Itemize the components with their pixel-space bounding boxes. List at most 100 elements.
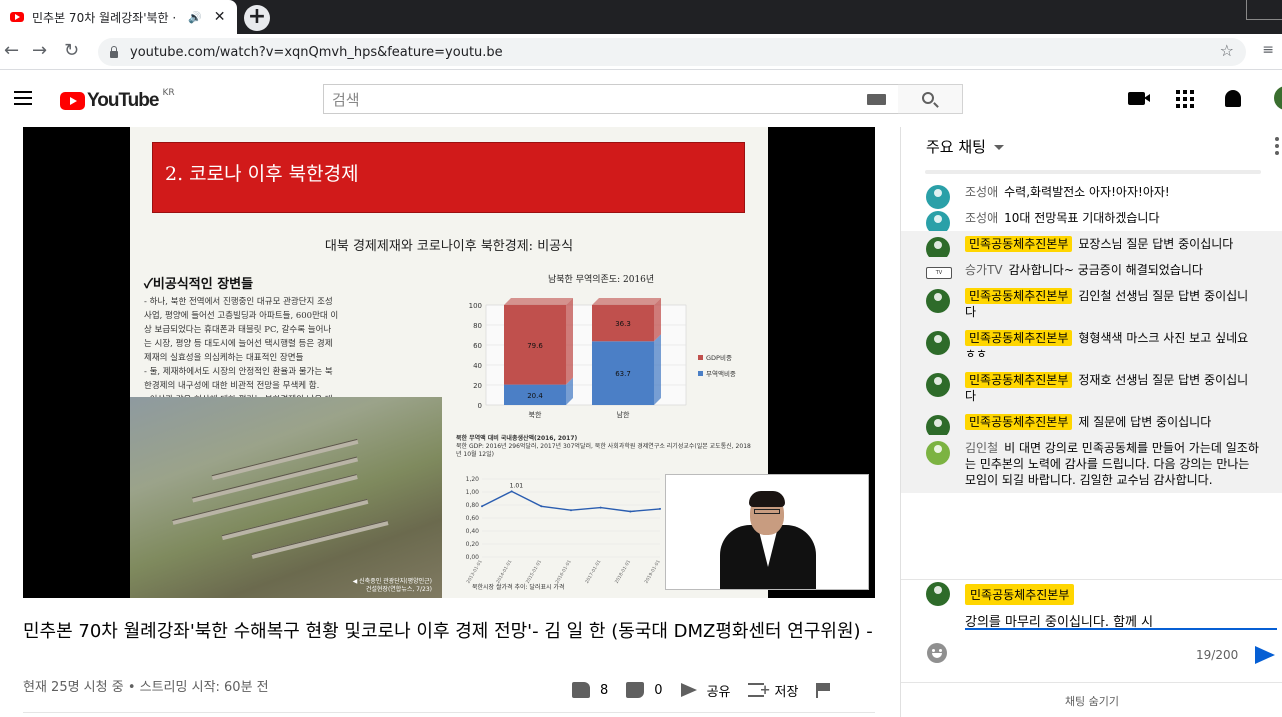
data-point xyxy=(570,509,572,512)
bar-side xyxy=(654,298,661,342)
author-avatar[interactable] xyxy=(926,373,950,397)
hide-chat-button[interactable]: 채팅 숨기기 xyxy=(901,682,1282,717)
data-label: 63.7 xyxy=(615,370,631,378)
chat-scrollbar[interactable] xyxy=(925,170,1261,174)
chat-author[interactable]: 민족공동체추진본부 xyxy=(965,236,1073,252)
legend-swatch xyxy=(698,355,703,360)
account-avatar[interactable] xyxy=(1274,86,1282,110)
presenter-camera-inset xyxy=(665,474,869,590)
create-video-icon[interactable] xyxy=(1128,92,1150,105)
price-line xyxy=(481,490,661,513)
emoji-icon[interactable] xyxy=(927,643,947,663)
save-button[interactable]: 저장 xyxy=(748,681,798,700)
chat-text: 제 질문에 답변 중이십니다 xyxy=(1078,415,1212,429)
window-control[interactable] xyxy=(1246,0,1282,20)
data-point xyxy=(659,507,661,510)
chat-message-input[interactable]: 강의를 마무리 중이십니다. 함께 시 xyxy=(965,608,1277,630)
author-avatar[interactable]: TV xyxy=(926,267,952,279)
close-tab-icon[interactable]: ✕ xyxy=(214,9,226,25)
like-button[interactable]: 8 xyxy=(572,682,608,698)
address-bar[interactable]: youtube.com/watch?v=xqnQmvh_hps&feature=… xyxy=(98,38,1246,66)
y-tick-label: 0 xyxy=(478,402,482,410)
x-tick-label: 2018-01-01 xyxy=(614,559,632,585)
bar-side xyxy=(654,334,661,405)
chat-author[interactable]: 김인철 xyxy=(965,441,998,455)
save-label: 저장 xyxy=(774,684,799,700)
chat-message[interactable]: 민족공동체추진본부 묘장스님 질문 답변 중이십니다 xyxy=(901,231,1282,261)
x-tick-label: 2016-01-01 xyxy=(554,559,572,585)
chat-message[interactable]: 민족공동체추진본부 정재호 선생님 질문 답변 중이십니다 xyxy=(901,367,1282,409)
chat-mode-dropdown[interactable]: 주요 채팅 xyxy=(926,136,1004,157)
new-tab-button[interactable]: + xyxy=(244,5,270,31)
youtube-masthead: YouTube KR 검색 xyxy=(0,71,1282,127)
menu-icon[interactable] xyxy=(14,91,32,105)
search-button[interactable] xyxy=(898,84,963,114)
chat-text: 10대 전망목표 기대하겠습니다 xyxy=(1004,211,1160,225)
report-button[interactable] xyxy=(816,682,840,698)
author-avatar[interactable] xyxy=(926,289,950,313)
chat-text: 수력,화력발전소 아자!아자!아자! xyxy=(1004,185,1170,199)
author-avatar[interactable] xyxy=(926,441,950,465)
y-tick-label: 40 xyxy=(473,362,482,370)
chat-author[interactable]: 민족공동체추진본부 xyxy=(965,372,1073,388)
forward-arrow-icon[interactable]: → xyxy=(32,40,47,61)
dislike-button[interactable]: 0 xyxy=(626,682,663,698)
video-player[interactable]: 2. 코로나 이후 북한경제 대북 경제제재와 코로나이후 북한경제: 비공식 … xyxy=(23,127,875,598)
chat-text: 감사합니다~ 궁금증이 해결되었습니다 xyxy=(1008,263,1203,277)
y-tick-label: 0,60 xyxy=(466,515,480,522)
slide-banner-title: 2. 코로나 이후 북한경제 xyxy=(152,142,745,213)
search-input[interactable]: 검색 xyxy=(323,84,899,114)
chat-message[interactable]: 조성애 10대 전망목표 기대하겠습니다 xyxy=(901,205,1282,235)
chat-author[interactable]: 민족공동체추진본부 xyxy=(965,414,1073,430)
trade-dependency-bar-chart: 0 20 40 60 80 100 20.4 79.6 북한 63.7 36.3 남한 GDP비중무역액… xyxy=(469,298,736,419)
chat-author[interactable]: 조성애 xyxy=(965,211,998,225)
y-tick-label: 80 xyxy=(473,322,482,330)
chat-message[interactable]: 조성애 수력,화력발전소 아자!아자!아자! xyxy=(901,179,1282,209)
back-arrow-icon[interactable]: ← xyxy=(4,40,19,61)
chat-author[interactable]: 민족공동체추진본부 xyxy=(965,288,1073,304)
chat-author[interactable]: 조성애 xyxy=(965,185,998,199)
y-tick-label: 1,00 xyxy=(466,489,480,496)
chat-message[interactable]: 민족공동체추진본부 제 질문에 답변 중이십니다 xyxy=(901,409,1282,439)
x-tick-label: 2013-01-01 xyxy=(465,559,483,585)
chat-message[interactable]: TV 승가TV 감사합니다~ 궁금증이 해결되었습니다 xyxy=(901,257,1282,283)
apps-grid-icon[interactable] xyxy=(1176,90,1194,108)
x-tick-label: 2017-01-01 xyxy=(584,559,602,585)
url-text[interactable]: youtube.com/watch?v=xqnQmvh_hps&feature=… xyxy=(130,45,503,60)
chat-message[interactable]: 김인철 비 대면 강의로 민족공동체를 만들어 가는데 일조하는 민추본의 노력에… xyxy=(901,435,1282,493)
live-chat-panel: 주요 채팅 조성애 수력,화력발전소 아자!아자!아자! 조성애 10대 전망목표 기… xyxy=(900,127,1282,717)
region-code: KR xyxy=(162,88,175,98)
author-avatar[interactable] xyxy=(926,331,950,355)
y-tick-label: 60 xyxy=(473,342,482,350)
notifications-bell-icon[interactable] xyxy=(1225,90,1241,107)
reload-icon[interactable]: ↻ xyxy=(64,40,79,61)
chat-message[interactable]: 민족공동체추진본부 김인철 선생님 질문 답변 중이십니다 xyxy=(901,283,1282,325)
more-options-icon[interactable] xyxy=(1275,137,1279,158)
tab-title: 민추본 70차 월례강좌'북한 · xyxy=(32,10,177,25)
browser-toolbar: ← → ↻ youtube.com/watch?v=xqnQmvh_hps&fe… xyxy=(0,34,1282,70)
search-icon xyxy=(922,92,934,104)
bookmark-star-icon[interactable]: ☆ xyxy=(1220,41,1234,60)
youtube-favicon-icon xyxy=(10,12,24,22)
keyboard-icon[interactable] xyxy=(867,94,886,105)
search-placeholder: 검색 xyxy=(332,90,360,109)
send-icon[interactable] xyxy=(1255,646,1275,664)
chat-author[interactable]: 승가TV xyxy=(965,263,1003,277)
divider xyxy=(23,712,875,713)
speaker-icon[interactable]: 🔊 xyxy=(188,11,202,24)
y-tick-label: 0,80 xyxy=(466,502,480,509)
chat-author[interactable]: 민족공동체추진본부 xyxy=(965,330,1073,346)
lock-icon xyxy=(110,45,118,58)
share-button[interactable]: 공유 xyxy=(680,681,730,700)
video-actions: 8 0 공유 저장 xyxy=(572,680,858,700)
chat-text: 묘장스님 질문 답변 중이십니다 xyxy=(1078,237,1234,251)
youtube-logo[interactable]: YouTube KR xyxy=(60,88,175,112)
hide-chat-label: 채팅 숨기기 xyxy=(1064,695,1120,708)
media-control-icon[interactable]: ≡ xyxy=(1262,42,1274,58)
data-point xyxy=(540,505,543,508)
browser-tab[interactable]: 민추본 70차 월례강좌'북한 · 🔊 ✕ xyxy=(0,0,237,34)
y-tick-label: 0,20 xyxy=(466,541,480,548)
chat-header: 주요 채팅 xyxy=(901,127,1282,167)
y-tick-label: 100 xyxy=(469,302,482,310)
chat-message[interactable]: 민족공동체추진본부 형형색색 마스크 사진 보고 싶네요 ㅎㅎ xyxy=(901,325,1282,367)
